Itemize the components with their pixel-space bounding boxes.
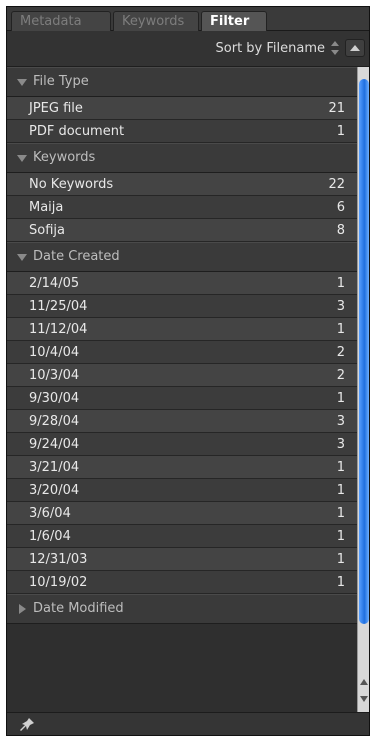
list-item[interactable]: Sofija 8 <box>7 219 357 242</box>
triangle-down-icon <box>17 254 27 261</box>
section-header-date-modified[interactable]: Date Modified <box>7 594 357 624</box>
item-count: 1 <box>336 390 345 406</box>
item-count: 2 <box>336 344 345 360</box>
item-label: 2/14/05 <box>29 275 80 291</box>
sort-bar: Sort by Filename <box>7 31 369 67</box>
list-item[interactable]: 9/24/04 3 <box>7 433 357 456</box>
list-item[interactable]: 2/14/05 1 <box>7 272 357 295</box>
section-date-created: 2/14/05 1 11/25/04 3 11/12/04 1 10/4/04 2 10… <box>7 272 357 594</box>
section-title: File Type <box>33 74 89 89</box>
list-item[interactable]: 3/6/04 1 <box>7 502 357 525</box>
list-item[interactable]: 11/12/04 1 <box>7 318 357 341</box>
item-label: 3/20/04 <box>29 482 80 498</box>
list-item[interactable]: 3/20/04 1 <box>7 479 357 502</box>
list-item[interactable]: PDF document 1 <box>7 120 357 143</box>
list-item[interactable]: 10/19/02 1 <box>7 571 357 594</box>
item-label: 11/12/04 <box>29 321 88 337</box>
tab-bar: Metadata Keywords Filter <box>7 7 369 31</box>
list-item[interactable]: No Keywords 22 <box>7 173 357 196</box>
pin-icon[interactable] <box>19 717 35 733</box>
list-item[interactable]: 10/3/04 2 <box>7 364 357 387</box>
item-label: 9/24/04 <box>29 436 80 452</box>
item-count: 1 <box>336 551 345 567</box>
item-count: 3 <box>336 436 345 452</box>
item-label: 9/28/04 <box>29 413 80 429</box>
triangle-right-icon <box>19 604 26 614</box>
sort-dropdown[interactable]: Sort by Filename <box>216 41 325 56</box>
triangle-down-icon <box>17 79 27 86</box>
list-item[interactable]: 10/4/04 2 <box>7 341 357 364</box>
scroll-down-icon[interactable] <box>358 692 370 706</box>
section-title: Date Created <box>33 249 120 264</box>
section-header-file-type[interactable]: File Type <box>7 67 357 97</box>
list-item[interactable]: 9/28/04 3 <box>7 410 357 433</box>
scroll-up-icon[interactable] <box>358 675 370 689</box>
item-label: 10/19/02 <box>29 574 88 590</box>
item-label: 3/21/04 <box>29 459 80 475</box>
item-label: 12/31/03 <box>29 551 88 567</box>
list-item[interactable]: 3/21/04 1 <box>7 456 357 479</box>
list-item[interactable]: 11/25/04 3 <box>7 295 357 318</box>
collapse-panel-button[interactable] <box>345 39 365 57</box>
item-label: Sofija <box>29 222 65 238</box>
list-item[interactable]: JPEG file 21 <box>7 97 357 120</box>
item-label: JPEG file <box>29 100 83 116</box>
scrollbar-thumb[interactable] <box>359 79 369 624</box>
item-count: 1 <box>336 459 345 475</box>
list-item[interactable]: 12/31/03 1 <box>7 548 357 571</box>
item-count: 1 <box>336 528 345 544</box>
item-count: 3 <box>336 298 345 314</box>
triangle-down-icon <box>17 155 27 162</box>
tab-keywords[interactable]: Keywords <box>113 11 199 31</box>
vertical-scrollbar[interactable] <box>357 67 369 712</box>
collapse-up-icon <box>350 45 360 51</box>
section-header-keywords[interactable]: Keywords <box>7 143 357 173</box>
tab-filter[interactable]: Filter <box>201 11 267 31</box>
item-count: 1 <box>336 321 345 337</box>
item-label: Maija <box>29 199 64 215</box>
tab-metadata[interactable]: Metadata <box>11 11 111 31</box>
section-header-date-created[interactable]: Date Created <box>7 242 357 272</box>
item-count: 2 <box>336 367 345 383</box>
list-item[interactable]: 9/30/04 1 <box>7 387 357 410</box>
item-count: 1 <box>336 574 345 590</box>
item-count: 22 <box>328 176 345 192</box>
section-file-type: JPEG file 21 PDF document 1 <box>7 97 357 143</box>
item-count: 3 <box>336 413 345 429</box>
section-title: Date Modified <box>33 601 124 616</box>
item-label: No Keywords <box>29 176 114 192</box>
list-item[interactable]: 1/6/04 1 <box>7 525 357 548</box>
section-keywords: No Keywords 22 Maija 6 Sofija 8 <box>7 173 357 242</box>
item-label: 1/6/04 <box>29 528 71 544</box>
section-title: Keywords <box>33 150 96 165</box>
item-count: 1 <box>336 482 345 498</box>
item-count: 21 <box>328 100 345 116</box>
item-label: PDF document <box>29 123 125 139</box>
panel-footer <box>7 712 369 735</box>
item-count: 6 <box>336 199 345 215</box>
filter-panel: Metadata Keywords Filter Sort by Filenam… <box>6 6 370 736</box>
item-label: 3/6/04 <box>29 505 71 521</box>
list-item[interactable]: Maija 6 <box>7 196 357 219</box>
sort-stepper-icon[interactable] <box>329 39 341 57</box>
filter-list: File Type JPEG file 21 PDF document 1 Keyw… <box>7 67 357 712</box>
item-label: 11/25/04 <box>29 298 88 314</box>
item-label: 10/4/04 <box>29 344 80 360</box>
item-label: 9/30/04 <box>29 390 80 406</box>
item-count: 1 <box>336 123 345 139</box>
item-count: 8 <box>336 222 345 238</box>
item-count: 1 <box>336 275 345 291</box>
item-count: 1 <box>336 505 345 521</box>
item-label: 10/3/04 <box>29 367 80 383</box>
